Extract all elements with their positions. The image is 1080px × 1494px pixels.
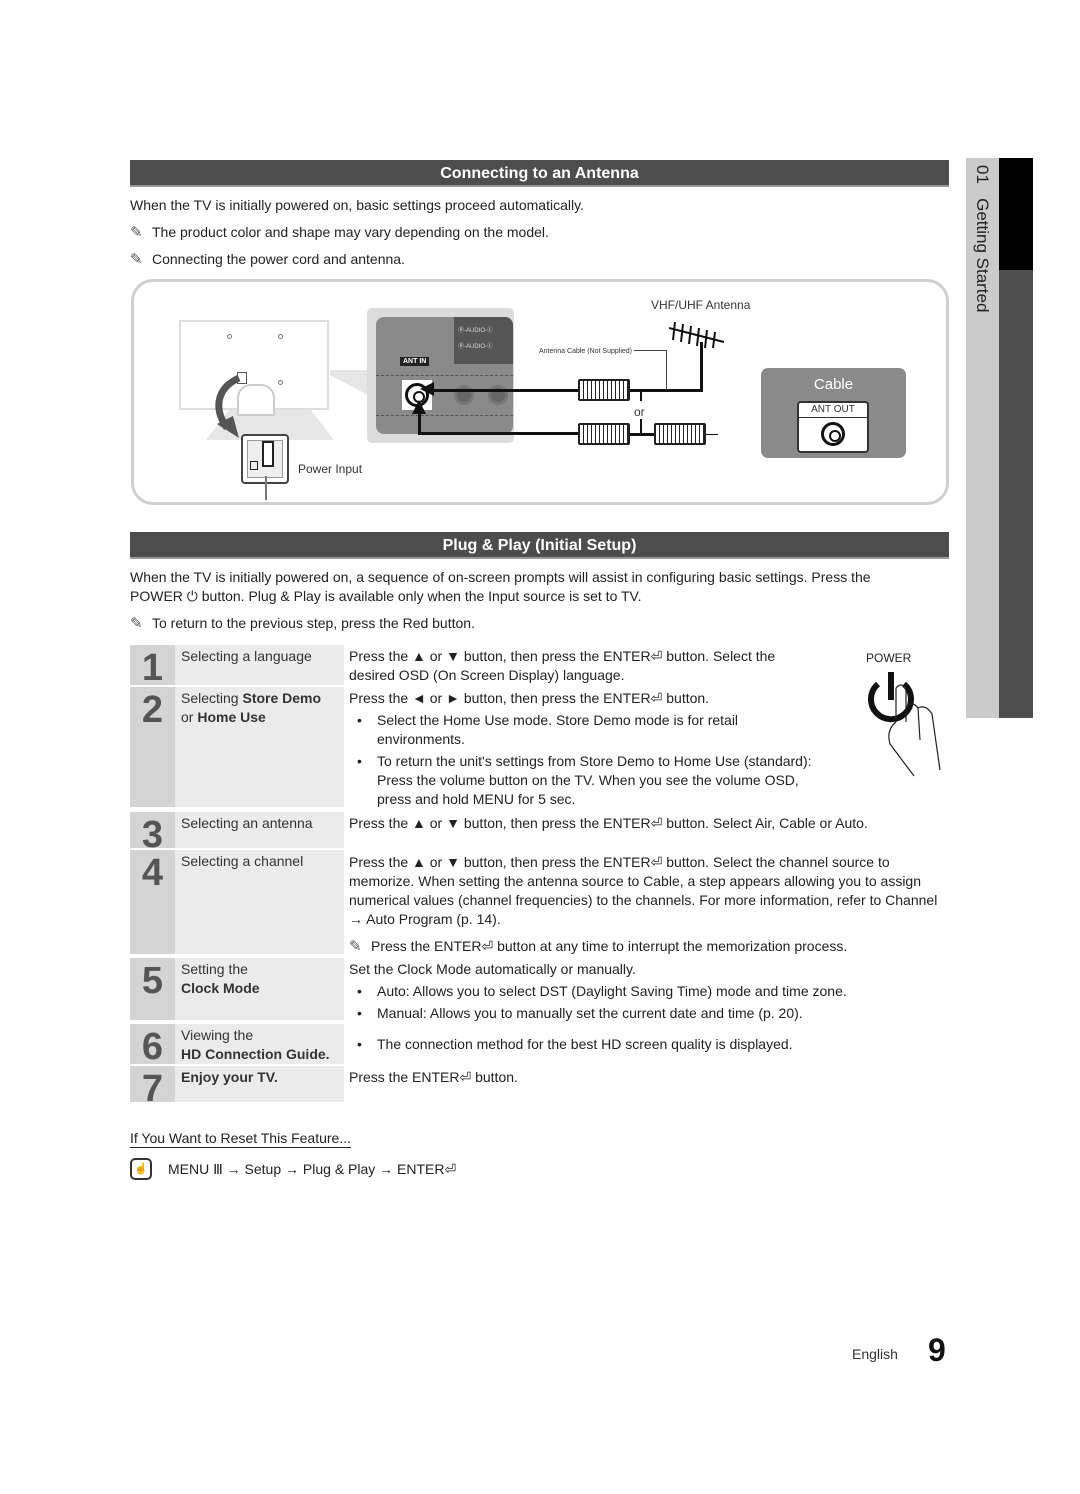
step-description: Press the ▲ or ▼ button, then press the … (349, 815, 868, 831)
power-button-hand-icon: POWER (866, 651, 941, 777)
step-title: Selecting an antenna (181, 815, 313, 831)
bullet-item: Auto: Allows you to select DST (Daylight… (349, 982, 949, 1001)
note-pencil-icon: ✎ (130, 251, 143, 268)
step-row: 1 Selecting a language (130, 645, 344, 689)
step-number: 4 (130, 850, 175, 954)
step-description: Press the ▲ or ▼ button, then press the … (349, 648, 776, 683)
step-number: 5 (130, 958, 175, 1020)
step-title: Viewing the HD Connection Guide. (181, 1027, 330, 1062)
note: ✎ The product color and shape may vary de… (130, 224, 549, 241)
note-pencil-icon: ✎ (130, 224, 143, 241)
cable-title: Cable (813, 376, 854, 393)
step-row: 6 Viewing the HD Connection Guide. (130, 1024, 344, 1068)
bullet-item: Manual: Allows you to manually set the c… (349, 1004, 949, 1023)
step-title: Selecting Store Demo or Home Use (181, 690, 322, 725)
section-heading-plug-play: Plug & Play (Initial Setup) (130, 532, 949, 559)
step-number: 3 (130, 812, 175, 856)
coax-connector (578, 379, 630, 401)
coax-connector (654, 423, 706, 445)
chapter-tab-marker (999, 158, 1033, 270)
bullet-item: Select the Home Use mode. Store Demo mod… (349, 711, 819, 749)
plug-play-intro: When the TV is initially powered on, a s… (130, 569, 871, 604)
vhf-uhf-antenna-label: VHF/UHF Antenna (651, 298, 751, 312)
step-number: 7 (130, 1066, 175, 1110)
step-row: 3 Selecting an antenna (130, 812, 344, 856)
cable-source-box: Cable ANT OUT (761, 368, 906, 458)
reset-menu-path: ☝ MENU Ⅲ → Setup → Plug & Play → ENTER⏎ (130, 1158, 456, 1180)
or-label: or (634, 405, 645, 419)
reset-heading: If You Want to Reset This Feature... (130, 1130, 352, 1148)
step-title: Selecting a language (181, 648, 312, 664)
antenna-intro: When the TV is initially powered on, bas… (130, 197, 584, 213)
step-row: 4 Selecting a channel (130, 850, 344, 954)
power-icon: ⏻ (186, 588, 198, 604)
ant-out-port: ANT OUT (797, 401, 869, 453)
step-row: 7 Enjoy your TV. (130, 1066, 344, 1110)
step-title: Selecting a channel (181, 853, 304, 869)
antenna-connection-diagram: Power Input Ⓡ-AUDIO-Ⓛ Ⓡ-AUDIO-Ⓛ ANT IN V… (131, 279, 949, 505)
svg-text:POWER: POWER (866, 651, 912, 665)
step-description: Press the ▲ or ▼ button, then press the … (349, 854, 938, 955)
step-description: Press the ENTER⏎ button. (349, 1069, 518, 1085)
note-pencil-icon: ✎ (349, 938, 362, 955)
step-description: Press the ◄ or ► button, then press the … (349, 689, 819, 809)
bullet-item: The connection method for the best HD sc… (349, 1035, 949, 1054)
step-description: The connection method for the best HD sc… (349, 1035, 949, 1054)
step-row: 5 Setting the Clock Mode (130, 958, 344, 1020)
step-title: Setting the Clock Mode (181, 961, 260, 996)
step-title: Enjoy your TV. (181, 1069, 278, 1085)
bullet-item: To return the unit's settings from Store… (349, 752, 819, 809)
step-number: 2 (130, 687, 175, 807)
remote-control-icon: ☝ (130, 1158, 152, 1180)
note: ✎ Connecting the power cord and antenna. (130, 251, 405, 268)
arrow-left-icon (420, 382, 434, 396)
step-row: 2 Selecting Store Demo or Home Use (130, 687, 344, 807)
ant-in-label: ANT IN (400, 357, 430, 366)
vhf-uhf-antenna-icon (669, 321, 725, 349)
antenna-wire (428, 389, 578, 392)
power-input-label: Power Input (298, 462, 363, 476)
antenna-cable-note: Antenna Cable (Not Supplied) (539, 348, 633, 355)
page-number: 9 (928, 1332, 946, 1368)
note: ✎ To return to the previous step, press t… (130, 615, 475, 632)
step-number: 1 (130, 645, 175, 689)
section-heading-antenna: Connecting to an Antenna (130, 160, 949, 187)
power-input-port (241, 434, 289, 500)
antenna-wire (418, 432, 578, 435)
step-number: 6 (130, 1024, 175, 1068)
coax-connector (578, 423, 630, 445)
tv-jack-panel-closeup: Ⓡ-AUDIO-Ⓛ Ⓡ-AUDIO-Ⓛ ANT IN (367, 308, 514, 443)
chapter-tab-bar (999, 270, 1033, 718)
arrow-up-icon (412, 400, 426, 414)
zoom-callout (330, 370, 370, 396)
step-description: Set the Clock Mode automatically or manu… (349, 960, 949, 1023)
note-pencil-icon: ✎ (130, 615, 143, 632)
chapter-title: 01 Getting Started (973, 165, 992, 313)
footer-language: English (852, 1346, 898, 1362)
